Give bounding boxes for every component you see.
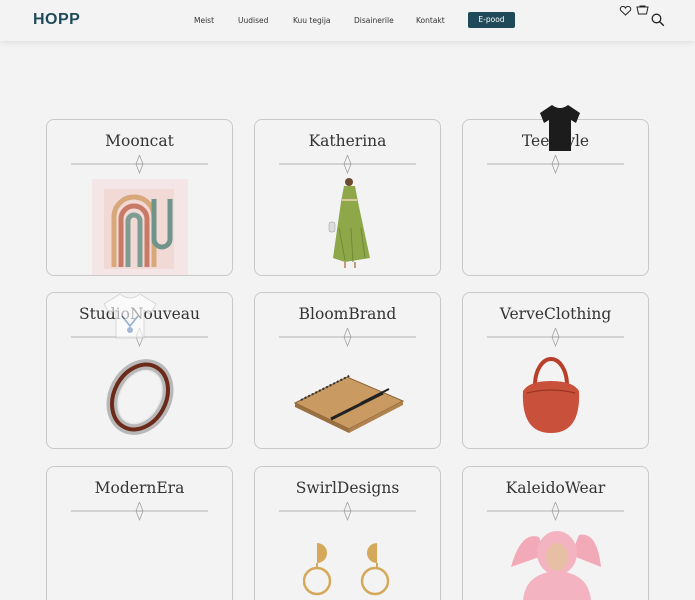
ornament-divider: [279, 502, 416, 521]
search-icon[interactable]: [651, 13, 665, 27]
nav-item-uudised[interactable]: Uudised: [238, 16, 268, 25]
wooden-inlay-ring-image: [106, 359, 174, 435]
ornament-divider: [279, 328, 416, 347]
brand-card-swirldesigns[interactable]: SwirlDesigns: [254, 466, 441, 600]
nav-item-meist[interactable]: Meist: [194, 16, 214, 25]
gold-earrings-image: [303, 543, 390, 596]
brand-name: VerveClothing: [499, 305, 612, 323]
green-dress-image: [328, 178, 370, 268]
brand-name: BloomBrand: [298, 305, 397, 323]
pink-hoodie-model-image: [511, 531, 601, 600]
brand-card-verveclothing[interactable]: VerveClothing: [462, 292, 649, 449]
ornament-divider: [487, 328, 624, 347]
heart-icon[interactable]: [619, 6, 632, 16]
rainbow-art-print-image: [92, 179, 188, 275]
nav-item-disainerile[interactable]: Disainerile: [354, 16, 394, 25]
ornament-divider: [71, 155, 208, 174]
ornament-divider: [487, 502, 624, 521]
ornament-divider: [279, 155, 416, 174]
brand-card-mooncat[interactable]: Mooncat: [46, 119, 233, 276]
white-tshirt-image: [103, 293, 157, 339]
brand-name: ModernEra: [94, 479, 185, 497]
brand-name: Mooncat: [105, 132, 174, 150]
bamboo-notebook-image: [293, 374, 405, 433]
brand-name: KaleidoWear: [505, 479, 606, 497]
brand-card-bloombrand[interactable]: BloomBrand: [254, 292, 441, 449]
ornament-divider: [487, 155, 624, 174]
shop-button[interactable]: E-pood: [468, 12, 515, 28]
brand-card-kaleidowear[interactable]: KaleidoWear: [462, 466, 649, 600]
brand-name: SwirlDesigns: [295, 479, 400, 497]
nav-item-kuu-tegija[interactable]: Kuu tegija: [293, 16, 331, 25]
site-header: HOPP Meist Uudised Kuu tegija Disaineril…: [0, 0, 695, 41]
black-tshirt-image: [540, 105, 580, 151]
ornament-divider: [71, 502, 208, 521]
brand-card-katherina[interactable]: Katherina: [254, 119, 441, 276]
red-handbag-image: [522, 357, 580, 433]
brand-card-modernera[interactable]: ModernEra: [46, 466, 233, 600]
logo[interactable]: HOPP: [33, 11, 80, 29]
cart-icon[interactable]: [636, 5, 649, 16]
brand-name: Katherina: [308, 132, 387, 150]
nav-item-kontakt[interactable]: Kontakt: [416, 16, 445, 25]
